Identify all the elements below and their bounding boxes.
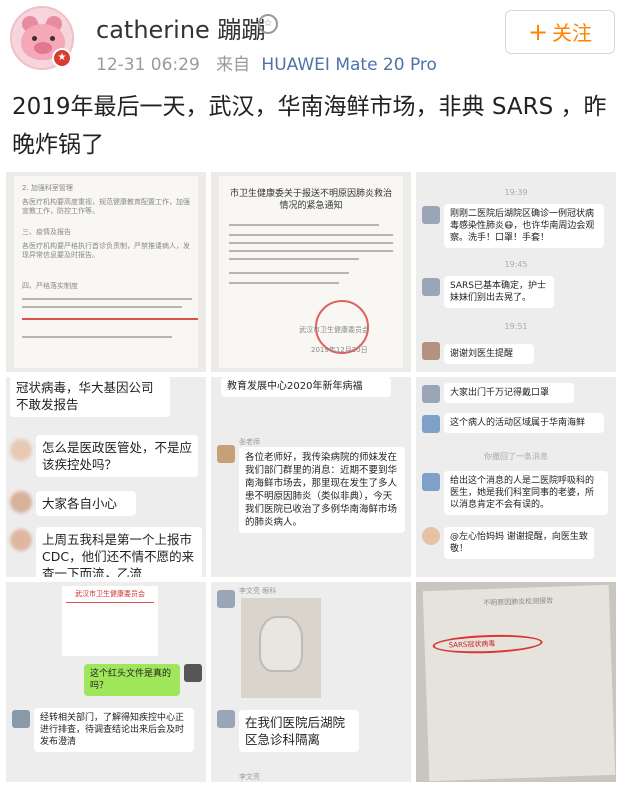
verified-badge-icon: ★: [52, 48, 72, 68]
chat-avatar: [422, 473, 440, 491]
sender-name: 张老师: [239, 438, 260, 446]
doc-line: 四、严格落实制度: [22, 282, 78, 290]
document-page: 市卫生健康委关于报送不明原因肺炎救治情况的紧急通知 武汉市卫生健康委员会 201…: [219, 176, 403, 368]
lung-scan-image: [259, 616, 303, 672]
doc-line: 三、疫情及报告: [22, 228, 71, 236]
text-line: [229, 272, 349, 274]
image-thumbnail-1[interactable]: 2. 加强科室管理 各医疗机构要高度重视，规范健康教育配置工作，加强宣教工作，防…: [6, 172, 206, 372]
chat-avatar: [422, 527, 440, 545]
report-paper: 不明原因肺炎检测报告 SARS冠状病毒: [422, 584, 616, 782]
chat-message: 在我们医院后湖院区急诊科隔离: [239, 710, 359, 752]
issuing-org: 武汉市卫生健康委员会: [299, 326, 369, 334]
source-prefix: 来自: [216, 55, 251, 75]
username[interactable]: catherine 蹦蹦: [96, 10, 265, 45]
document-header: 武汉市卫生健康委员会: [75, 590, 145, 598]
chat-avatar: [422, 278, 440, 296]
text-line: [22, 336, 172, 338]
text-line: [229, 242, 393, 244]
blurred-avatar: [10, 529, 32, 551]
image-thumbnail-2[interactable]: 市卫生健康委关于报送不明原因肺炎救治情况的紧急通知 武汉市卫生健康委员会 201…: [211, 172, 411, 372]
chat-avatar: [184, 664, 202, 682]
chat-message: 给出这个消息的人是二医院呼吸科的医生，她是我们科室同事的老婆，所以消息肯定不会有…: [444, 471, 608, 515]
text-line: [22, 306, 182, 308]
doc-line: 2. 加强科室管理: [22, 184, 73, 192]
image-thumbnail-4[interactable]: 冠状病毒，华大基因公司不敢发报告 怎么是医政医管处，不是应该疾控处吗？ 大家各自…: [6, 377, 206, 577]
image-grid: 2. 加强科室管理 各医疗机构要高度重视，规范健康教育配置工作，加强宣教工作，防…: [6, 172, 616, 784]
post-timestamp: 12-31 06:29: [96, 55, 200, 75]
follow-button[interactable]: + 关注: [505, 10, 615, 54]
image-thumbnail-7[interactable]: 武汉市卫生健康委员会 这个红头文件是真的吗？ 经转相关部门，了解得知疾控中心正进…: [6, 582, 206, 782]
chat-message: 谢谢刘医生提醒: [444, 344, 534, 364]
plus-icon: +: [527, 18, 549, 46]
blurred-avatar: [10, 491, 32, 513]
chat-avatar: [422, 206, 440, 224]
chat-message: 教育发展中心2020年新年病福: [221, 377, 391, 397]
level-badge-icon: ☆: [258, 14, 278, 34]
image-thumbnail-5[interactable]: 教育发展中心2020年新年病福 张老师 各位老师好，我传染病院的师妹发在我们部门…: [211, 377, 411, 577]
chat-message: 刚刚二医院后湖院区确诊一例冠状病毒感染性肺炎😷，也许华南周边会观察。洗手！口罩！…: [444, 204, 604, 248]
chat-timestamp: 19:51: [504, 322, 528, 331]
post-text: 2019年最后一天，武汉，华南海鲜市场，非典 SARS ，昨晚炸锅了: [12, 94, 607, 158]
chat-avatar: [217, 710, 235, 728]
chat-avatar: [422, 415, 440, 433]
shared-photo: [241, 598, 321, 698]
text-line: [229, 250, 393, 252]
chat-avatar: [217, 445, 235, 463]
chat-message: 各位老师好，我传染病院的师妹发在我们部门群里的消息：近期不要到华南海鲜市场去，那…: [239, 447, 405, 533]
shared-document: 武汉市卫生健康委员会: [62, 586, 158, 656]
text-line: [229, 282, 339, 284]
chat-message-sent: 这个红头文件是真的吗？: [84, 664, 180, 696]
chat-message: 冠状病毒，华大基因公司不敢发报告: [10, 377, 170, 417]
chat-avatar: [422, 385, 440, 403]
notice-title: 市卫生健康委关于报送不明原因肺炎救治情况的紧急通知: [229, 189, 392, 211]
text-line: [62, 588, 122, 589]
text-line: [229, 224, 379, 226]
chat-message: 大家出门千万记得戴口罩: [444, 383, 574, 403]
chat-avatar: [12, 710, 30, 728]
doc-line: 各医疗机构要严格执行首诊负责制，严禁推诿病人，发现异常信息要及时报告。: [22, 242, 190, 259]
sender-name: 李文亮: [239, 773, 260, 781]
pig-eye-left: [32, 36, 37, 41]
image-thumbnail-8[interactable]: 李文亮 眼科 在我们医院后湖院区急诊科隔离 李文亮: [211, 582, 411, 782]
document-page: 2. 加强科室管理 各医疗机构要高度重视，规范健康教育配置工作，加强宣教工作，防…: [14, 176, 198, 368]
highlighted-text: SARS冠状病毒: [448, 639, 496, 650]
text-line: [229, 234, 393, 236]
follow-label: 关注: [552, 21, 593, 45]
chat-avatar: [422, 342, 440, 360]
post-meta: 12-31 06:29 来自 HUAWEI Mate 20 Pro: [96, 50, 437, 75]
sender-name: 李文亮 眼科: [239, 587, 277, 595]
chat-avatar: [217, 590, 235, 608]
blurred-avatar: [10, 439, 32, 461]
post-header: ★ catherine 蹦蹦 ☆ 12-31 06:29 来自 HUAWEI M…: [0, 0, 622, 80]
doc-line: 各医疗机构要高度重视，规范健康教育配置工作，加强宣教工作，防控工作等。: [22, 198, 190, 215]
chat-timestamp: 19:39: [504, 188, 528, 197]
recall-notice: 你撤回了一条消息: [484, 452, 548, 461]
chat-timestamp: 19:45: [504, 260, 528, 269]
pig-snout: [34, 42, 52, 54]
chat-message: SARS已基本确定，护士妹妹们别出去晃了。: [444, 276, 554, 308]
red-divider: [66, 602, 154, 603]
chat-message: @左心怡妈妈 谢谢提醒，向医生致敬！: [444, 527, 594, 559]
device-link[interactable]: HUAWEI Mate 20 Pro: [261, 55, 437, 75]
image-thumbnail-6[interactable]: 大家出门千万记得戴口罩 这个病人的活动区域属于华南海鲜 你撤回了一条消息 给出这…: [416, 377, 616, 577]
pig-eye-right: [50, 36, 55, 41]
red-divider: [22, 318, 198, 320]
issue-date: 2019年12月30日: [311, 346, 368, 354]
image-thumbnail-3[interactable]: 19:39 刚刚二医院后湖院区确诊一例冠状病毒感染性肺炎😷，也许华南周边会观察。…: [416, 172, 616, 372]
red-circle-highlight: SARS冠状病毒: [432, 633, 543, 655]
image-thumbnail-9[interactable]: 不明原因肺炎检测报告 SARS冠状病毒: [416, 582, 616, 782]
text-line: [229, 258, 359, 260]
chat-message: 大家各自小心: [36, 491, 136, 516]
chat-message: 怎么是医政医管处，不是应该疾控处吗？: [36, 435, 198, 477]
chat-message: 经转相关部门，了解得知疾控中心正进行排查，待调查结论出来后会及时发布澄清: [34, 708, 194, 752]
chat-message: 这个病人的活动区域属于华南海鲜: [444, 413, 604, 433]
chat-message: 上周五我科是第一个上报市CDC，他们还不情不愿的来查一下而流，乙流: [36, 527, 202, 577]
text-line: [22, 298, 192, 300]
